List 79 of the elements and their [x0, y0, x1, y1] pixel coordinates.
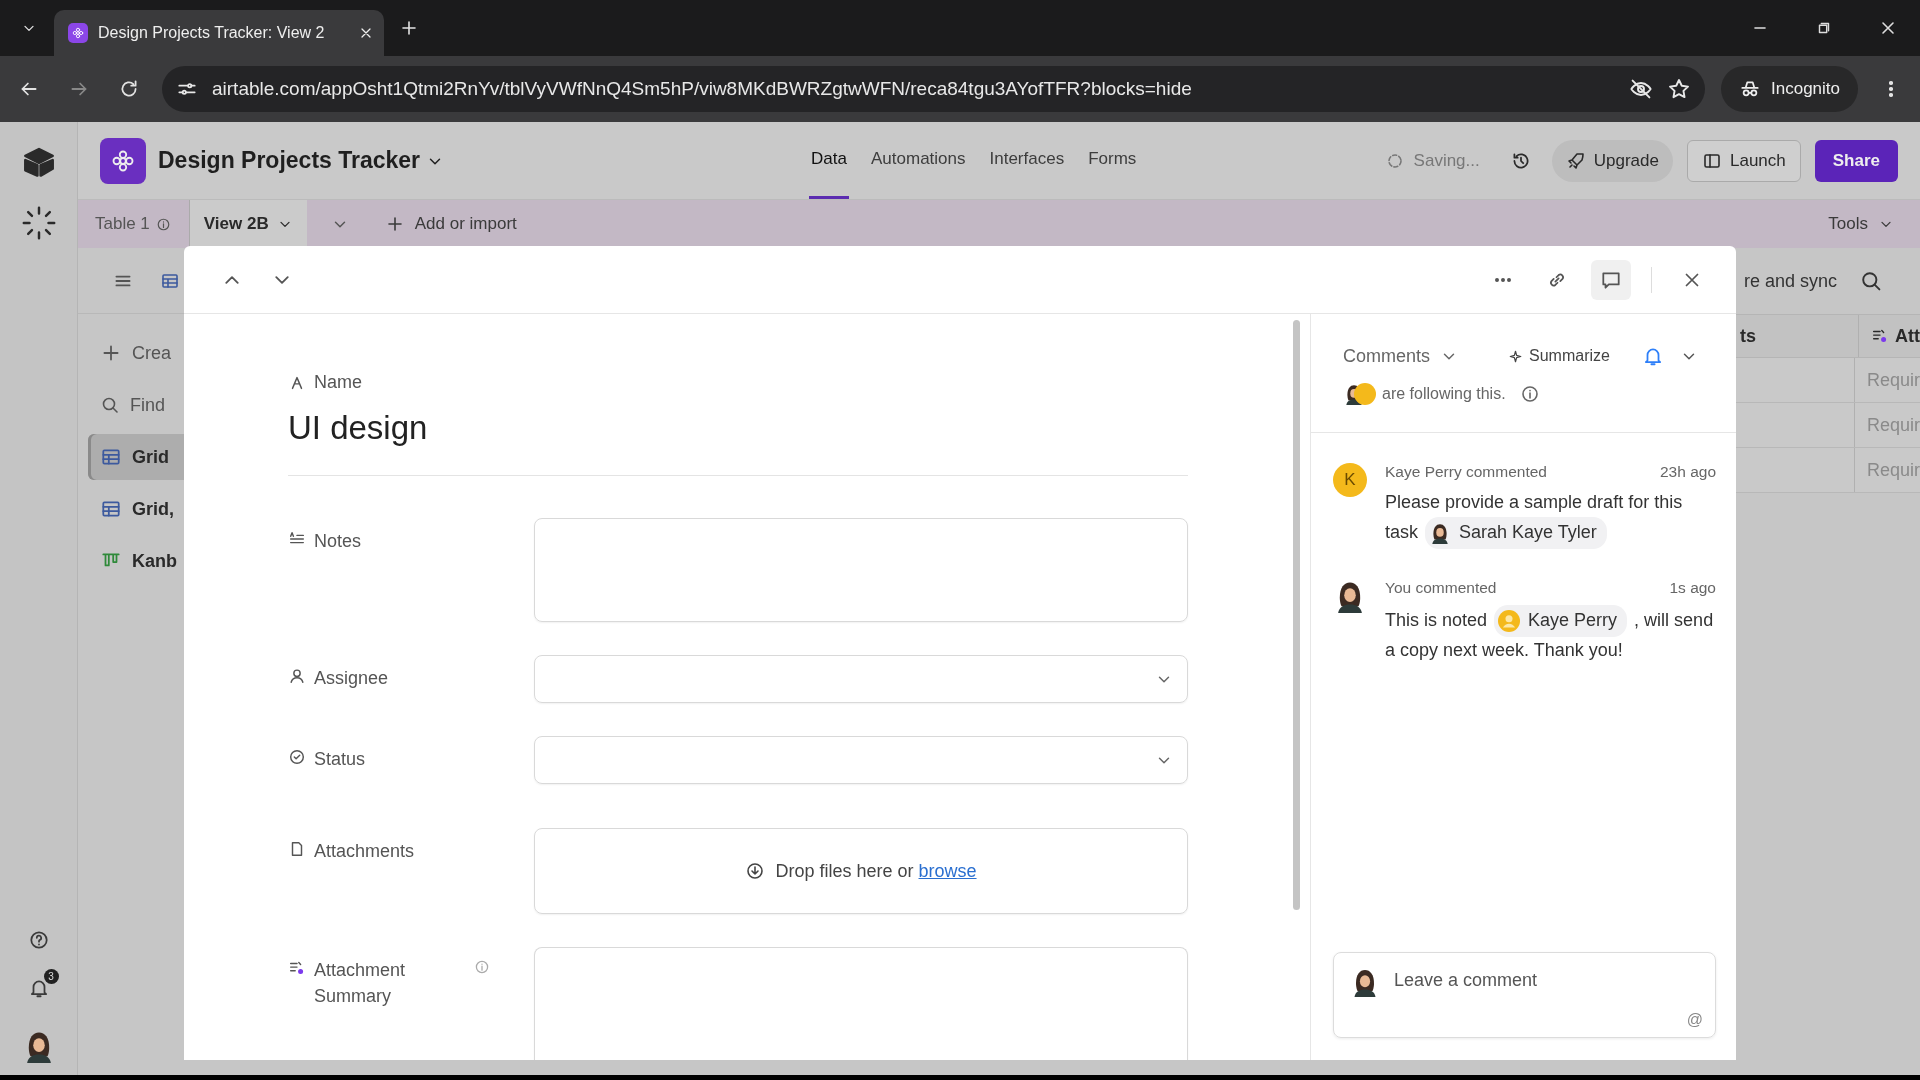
launch-button[interactable]: Launch [1686, 139, 1801, 182]
chevron-down-icon [275, 275, 289, 284]
help-icon [27, 929, 50, 951]
sparkle-icon [1508, 348, 1524, 364]
mention-chip[interactable]: Kaye Perry [1494, 604, 1628, 637]
field-label: Attachment Summary [314, 959, 407, 1009]
incognito-button[interactable]: Incognito [1721, 66, 1858, 112]
view-tab[interactable]: View 2B [189, 200, 307, 248]
table-cell-text: Requir [1865, 458, 1920, 482]
drop-zone[interactable]: Drop files here or browse [534, 828, 1188, 914]
rocket-icon [1565, 150, 1586, 171]
address-bar[interactable]: airtable.com/appOsht1Qtmi2RnYv/tblVyVWfNnQ4Sm5hP/viw8MKdBWRZgtwWFN/reca84tgu3AYofTFR?blocks=hide [162, 66, 1705, 112]
mention-chip[interactable]: Sarah Kaye Tyler [1425, 516, 1607, 549]
create-view-button[interactable]: Crea [88, 330, 184, 376]
search-icon [100, 395, 120, 415]
eye-off-icon[interactable] [1629, 77, 1653, 101]
share-button[interactable]: Share [1814, 139, 1898, 182]
comment-time: 23h ago [1659, 463, 1716, 481]
info-icon[interactable] [1519, 384, 1540, 404]
table-tab[interactable]: Table 1 [95, 214, 150, 234]
column-header[interactable]: Att [1859, 315, 1920, 357]
drop-text: Drop files here or browse [775, 860, 977, 882]
person-icon [288, 667, 306, 685]
toolbar-text[interactable]: re and sync [1744, 270, 1838, 292]
kebab-icon [1889, 79, 1893, 99]
summarize-button[interactable]: Summarize [1502, 346, 1616, 366]
comment-text: Please provide a sample draft for this task Sarah Kaye Tyler [1385, 489, 1716, 549]
follower-avatar [1354, 383, 1376, 405]
nav-tab[interactable]: Automations [869, 122, 968, 199]
comment-text: This is noted Kaye Perry , will send a copy next week. Thank you! [1385, 604, 1716, 665]
field-label: Attachments [314, 840, 416, 863]
field-label: Status [314, 748, 367, 771]
view-item[interactable]: Kanb [88, 538, 184, 584]
base-title[interactable]: Design Projects Tracker [158, 147, 421, 174]
table-cell-text: Requir [1865, 413, 1920, 437]
notification-badge: 3 [43, 969, 59, 984]
browser-tab[interactable]: Design Projects Tracker: View 2 [54, 10, 384, 56]
following-text: are following this. [1382, 385, 1506, 403]
table-cell-text: Requir [1865, 368, 1920, 392]
base-icon[interactable] [100, 137, 146, 184]
nav-tab[interactable]: Interfaces [987, 122, 1067, 199]
mention-button[interactable]: @ [1686, 1011, 1703, 1029]
field-label: Notes [314, 530, 363, 553]
record-name[interactable]: UI design [288, 409, 1310, 447]
saving-status: Saving... [1413, 150, 1480, 171]
comment-time: 1s ago [1669, 578, 1716, 597]
find-view-field[interactable]: Find [88, 382, 184, 428]
mention-avatar [1498, 609, 1521, 632]
comments-dropdown[interactable]: Comments [1343, 345, 1459, 367]
plus-icon [399, 18, 419, 38]
star-icon[interactable] [1667, 77, 1691, 101]
scrollbar[interactable] [1293, 320, 1300, 910]
url-text: airtable.com/appOsht1Qtmi2RnYv/tblVyVWfNnQ4Sm5hP/viw8MKdBWRZgtwWFN/reca84tgu3AYofTFR?blocks=hide [212, 78, 1193, 100]
notes-field[interactable] [534, 518, 1188, 622]
field-type-icon [1871, 327, 1889, 345]
ai-text-icon [288, 959, 306, 977]
upload-icon [745, 861, 766, 881]
comment-author: You commented [1385, 578, 1497, 597]
chevron-up-icon [225, 275, 239, 284]
view-item[interactable]: Grid [88, 434, 184, 480]
view-item[interactable]: Grid, [88, 486, 184, 532]
add-import-button[interactable]: Add or import [378, 213, 523, 235]
comment-author: Kaye Perry commented [1385, 463, 1547, 481]
field-label: Assignee [314, 667, 390, 690]
status-icon [288, 748, 306, 766]
user-avatar: K [1333, 463, 1367, 497]
field-label: Name [314, 372, 362, 393]
help-button[interactable] [27, 929, 50, 951]
nav-tab[interactable]: Forms [1086, 122, 1139, 199]
info-icon[interactable] [155, 216, 171, 232]
upgrade-button[interactable]: Upgrade [1551, 139, 1673, 182]
comments-toggle-button[interactable] [1591, 259, 1631, 300]
summary-field[interactable] [534, 947, 1188, 1060]
tools-button[interactable]: Tools [1822, 213, 1900, 235]
browse-link[interactable]: browse [918, 860, 977, 881]
more-icon [1494, 277, 1512, 282]
minimize-icon [1754, 27, 1766, 29]
mention-avatar [1429, 521, 1451, 544]
info-icon [474, 959, 490, 975]
